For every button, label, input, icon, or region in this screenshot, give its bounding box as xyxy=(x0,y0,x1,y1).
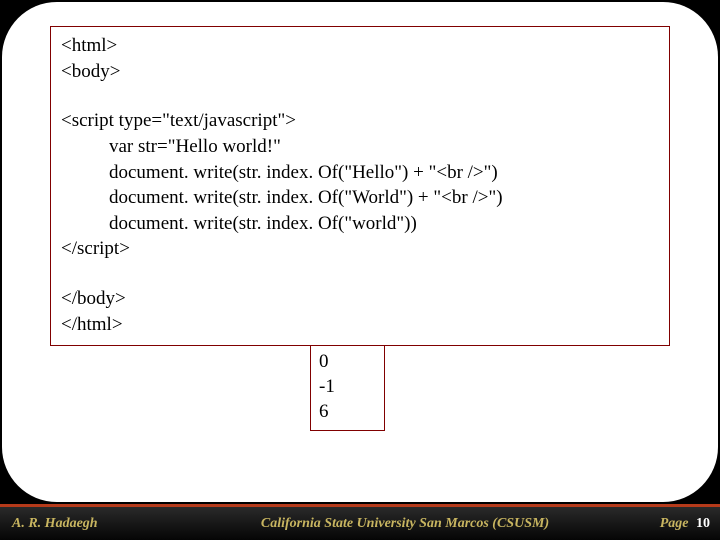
footer-page: Page 10 xyxy=(630,516,720,532)
output-line: 0 xyxy=(319,350,376,375)
slide-footer: A. R. Hadaegh California State Universit… xyxy=(0,504,720,540)
output-line: 6 xyxy=(319,400,376,425)
code-line: </body> xyxy=(61,286,659,312)
blank-line xyxy=(61,262,659,286)
code-line: <script type="text/javascript"> xyxy=(61,108,659,134)
page-label: Page xyxy=(660,516,689,531)
blank-line xyxy=(61,84,659,108)
code-line: document. write(str. index. Of("World") … xyxy=(61,185,659,211)
code-line: document. write(str. index. Of("world")) xyxy=(61,211,659,237)
code-line: </html> xyxy=(61,312,659,338)
footer-university: California State University San Marcos (… xyxy=(180,516,630,532)
footer-author: A. R. Hadaegh xyxy=(0,516,180,532)
code-line: </script> xyxy=(61,236,659,262)
code-line: document. write(str. index. Of("Hello") … xyxy=(61,160,659,186)
slide-frame: <html> <body> <script type="text/javascr… xyxy=(2,2,718,502)
code-line: <html> xyxy=(61,33,659,59)
code-box: <html> <body> <script type="text/javascr… xyxy=(50,26,670,346)
code-line: var str="Hello world!" xyxy=(61,134,659,160)
output-line: -1 xyxy=(319,375,376,400)
page-number: 10 xyxy=(692,516,710,531)
code-line: <body> xyxy=(61,59,659,85)
output-box: 0 -1 6 xyxy=(310,346,385,431)
